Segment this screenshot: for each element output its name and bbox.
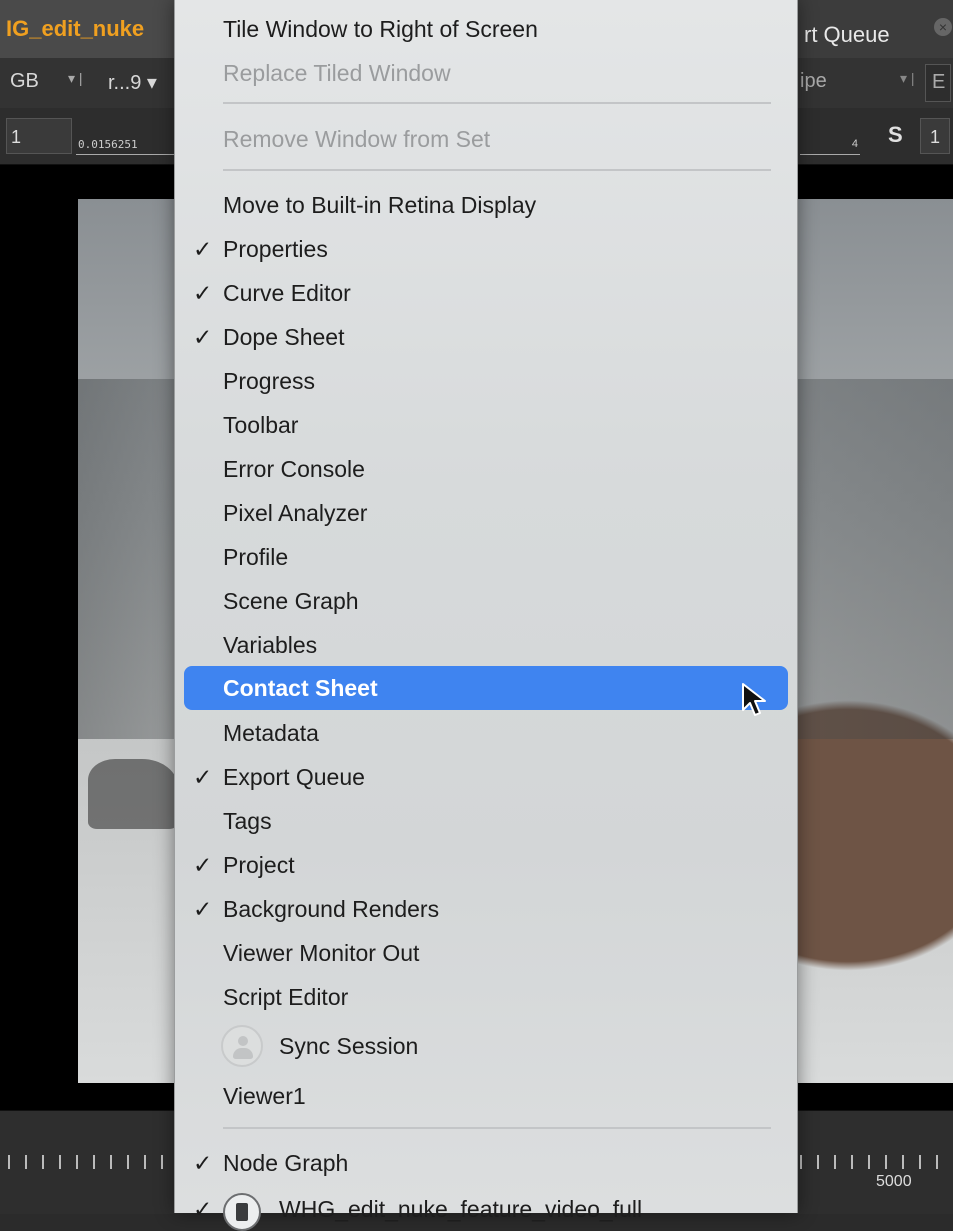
- menu-item-pixel-analyzer[interactable]: Pixel Analyzer: [175, 491, 797, 535]
- menu-item-viewer-monitor-out[interactable]: Viewer Monitor Out: [175, 931, 797, 975]
- menu-item-project[interactable]: ✓ Project: [175, 843, 797, 887]
- menu-item-label: Project: [223, 852, 295, 878]
- menu-item-tile-right[interactable]: Tile Window to Right of Screen: [175, 7, 797, 51]
- chevron-down-icon[interactable]: ▾ |: [900, 70, 915, 87]
- menu-item-profile[interactable]: Profile: [175, 535, 797, 579]
- channel-dropdown[interactable]: GB: [10, 70, 39, 93]
- timeline-frame-label: 5000: [876, 1173, 912, 1190]
- menu-item-replace-tiled: Replace Tiled Window: [175, 51, 797, 95]
- menu-item-label: Progress: [223, 368, 316, 394]
- checkmark-icon: ✓: [193, 324, 213, 350]
- menu-item-contact-sheet[interactable]: Contact Sheet: [184, 666, 788, 710]
- menu-item-variables[interactable]: Variables: [175, 623, 797, 667]
- gamma-slider[interactable]: 4: [800, 118, 860, 155]
- menu-separator: [223, 1127, 771, 1129]
- menu-item-dope-sheet[interactable]: ✓ Dope Sheet: [175, 315, 797, 359]
- menu-item-label: Tags: [223, 808, 272, 834]
- menu-item-curve-editor[interactable]: ✓ Curve Editor: [175, 271, 797, 315]
- menu-item-sync-session[interactable]: Sync Session: [175, 1024, 797, 1068]
- menu-item-remove-from-set: Remove Window from Set: [175, 117, 797, 161]
- menu-item-label: Toolbar: [223, 412, 299, 438]
- nuke-script-icon: [223, 1193, 261, 1231]
- menu-item-label: Dope Sheet: [223, 324, 345, 350]
- menu-item-label: Script Editor: [223, 984, 349, 1010]
- checkmark-icon: ✓: [193, 280, 213, 306]
- menu-item-label: Metadata: [223, 720, 319, 746]
- menu-item-metadata[interactable]: Metadata: [175, 711, 797, 755]
- checkmark-icon: ✓: [193, 1196, 213, 1222]
- timeline-ticks-right: [800, 1155, 953, 1169]
- checkmark-icon: ✓: [193, 236, 213, 262]
- chevron-down-icon: ▾: [141, 72, 157, 94]
- layer-dropdown-label: r...9: [108, 72, 142, 94]
- menu-item-viewer1[interactable]: Viewer1: [175, 1074, 797, 1118]
- frame-field[interactable]: 1: [6, 118, 72, 154]
- chevron-down-icon[interactable]: ▾ |: [68, 70, 98, 96]
- tab-export-queue[interactable]: rt Queue ×: [796, 0, 953, 58]
- timeline-ticks-left: [8, 1155, 168, 1169]
- gamma-value: 4: [851, 138, 858, 150]
- menu-item-node-graph[interactable]: ✓ Node Graph: [175, 1141, 797, 1185]
- menu-item-toolbar[interactable]: Toolbar: [175, 403, 797, 447]
- menu-item-scene-graph[interactable]: Scene Graph: [175, 579, 797, 623]
- menu-item-progress[interactable]: Progress: [175, 359, 797, 403]
- extra-dropdown[interactable]: E: [925, 64, 951, 102]
- mouse-pointer-icon: [742, 683, 766, 716]
- menu-item-label: Contact Sheet: [223, 675, 378, 701]
- menu-item-label: Move to Built-in Retina Display: [223, 192, 537, 218]
- menu-item-label: Variables: [223, 632, 318, 658]
- gain-slider[interactable]: 0.0156251: [76, 118, 176, 155]
- menu-item-label: Replace Tiled Window: [223, 60, 451, 86]
- checkmark-icon: ✓: [193, 1150, 213, 1176]
- checkmark-icon: ✓: [193, 896, 213, 922]
- s-field[interactable]: 1: [920, 118, 950, 154]
- menu-item-label: Pixel Analyzer: [223, 500, 368, 526]
- menu-item-label: Export Queue: [223, 764, 365, 790]
- menu-item-error-console[interactable]: Error Console: [175, 447, 797, 491]
- window-menu: Tile Window to Right of Screen Replace T…: [174, 0, 798, 1231]
- layer-dropdown[interactable]: r...9 ▾: [108, 70, 157, 95]
- menu-item-label: WHG_edit_nuke_feature_video_full: [279, 1196, 643, 1222]
- menu-item-label: Profile: [223, 544, 289, 570]
- menu-item-label: Scene Graph: [223, 588, 359, 614]
- extra-dropdown-label: E: [932, 71, 946, 93]
- herd-silhouette: [88, 759, 178, 829]
- menu-item-label: Remove Window from Set: [223, 126, 491, 152]
- gain-value: 0.0156251: [78, 138, 138, 151]
- menu-item-properties[interactable]: ✓ Properties: [175, 227, 797, 271]
- checkmark-icon: ✓: [193, 764, 213, 790]
- menu-item-label: Background Renders: [223, 896, 440, 922]
- menu-item-background-renders[interactable]: ✓ Background Renders: [175, 887, 797, 931]
- menu-item-label: Properties: [223, 236, 328, 262]
- menu-item-label: Sync Session: [279, 1033, 419, 1059]
- tab-script[interactable]: IG_edit_nuke: [0, 0, 180, 58]
- menu-item-label: Viewer1: [223, 1083, 306, 1109]
- menu-item-label: Error Console: [223, 456, 365, 482]
- checkmark-icon: ✓: [193, 852, 213, 878]
- menu-separator: [223, 102, 771, 104]
- menu-item-label: Curve Editor: [223, 280, 351, 306]
- menu-item-label: Node Graph: [223, 1150, 349, 1176]
- menu-item-label: Viewer Monitor Out: [223, 940, 420, 966]
- menu-item-label: Tile Window to Right of Screen: [223, 16, 538, 42]
- menu-separator: [223, 169, 771, 171]
- menu-item-tags[interactable]: Tags: [175, 799, 797, 843]
- s-label: S: [888, 122, 903, 147]
- sync-session-icon: [221, 1025, 263, 1067]
- tab-script-label: IG_edit_nuke: [6, 16, 145, 41]
- close-icon[interactable]: ×: [934, 18, 952, 36]
- menu-item-nuke-script[interactable]: ✓ WHG_edit_nuke_feature_video_full: [175, 1187, 797, 1231]
- menu-item-script-editor[interactable]: Script Editor: [175, 975, 797, 1019]
- wipe-dropdown[interactable]: ipe: [800, 70, 827, 93]
- menu-item-move-to-retina[interactable]: Move to Built-in Retina Display: [175, 183, 797, 227]
- tab-export-queue-label: rt Queue: [804, 22, 890, 47]
- menu-item-export-queue[interactable]: ✓ Export Queue: [175, 755, 797, 799]
